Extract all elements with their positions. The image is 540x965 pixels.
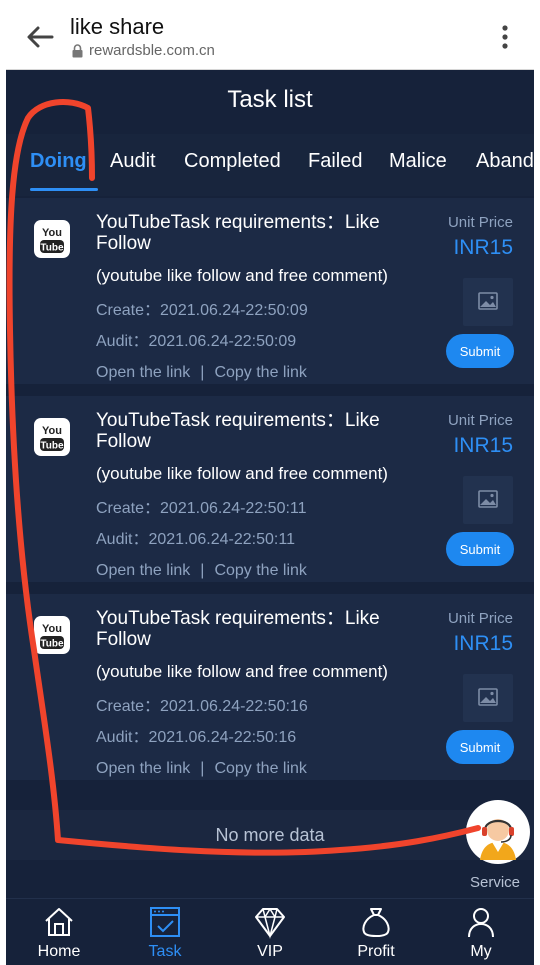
task-audit-time: Audit：2021.06.24-22:50:09: [96, 333, 297, 350]
link-separator: |: [200, 562, 205, 579]
task-create-time: Create：2021.06.24-22:50:16: [96, 698, 308, 715]
svg-text:You: You: [42, 227, 62, 239]
screenshot-upload[interactable]: [463, 278, 513, 326]
svg-text:Tube: Tube: [40, 639, 64, 650]
nav-home[interactable]: Home: [19, 905, 99, 961]
task-title: YouTubeTask requirements：Like Follow: [96, 410, 380, 452]
page-title: Task list: [6, 70, 534, 132]
unit-price-value: INR15: [453, 236, 513, 259]
tab-completed[interactable]: Completed: [184, 150, 281, 173]
image-placeholder-icon: [478, 688, 498, 706]
copy-link[interactable]: Copy the link: [214, 562, 307, 579]
user-icon: [468, 908, 494, 938]
tab-doing[interactable]: Doing: [30, 150, 87, 173]
task-create-time: Create：2021.06.24-22:50:09: [96, 302, 308, 319]
home-icon: [45, 908, 73, 936]
more-options-icon[interactable]: [500, 22, 510, 52]
nav-my[interactable]: My: [441, 905, 521, 961]
youtube-icon: You Tube: [34, 418, 70, 456]
task-links: Open the link | Copy the link: [96, 364, 307, 382]
tab-failed[interactable]: Failed: [308, 150, 362, 173]
svg-text:You: You: [42, 425, 62, 437]
image-placeholder-icon: [478, 292, 498, 310]
task-card: You Tube YouTubeTask requirements：Like F…: [6, 594, 534, 786]
active-tab-indicator: [30, 188, 98, 191]
nav-task-label: Task: [148, 943, 182, 960]
youtube-icon: You Tube: [34, 220, 70, 258]
unit-price-label: Unit Price: [447, 610, 513, 627]
screenshot-upload[interactable]: [463, 476, 513, 524]
task-audit-time: Audit：2021.06.24-22:50:11: [96, 531, 295, 548]
service-label: Service: [470, 874, 521, 891]
browser-toolbar: like share rewardsble.com.cn: [6, 0, 534, 70]
status-tabs: Doing Audit Completed Failed Malice Aban…: [6, 134, 534, 196]
unit-price-value: INR15: [453, 632, 513, 655]
image-placeholder-icon: [478, 490, 498, 508]
open-link[interactable]: Open the link: [96, 364, 190, 381]
svg-text:Tube: Tube: [40, 243, 64, 254]
screenshot-upload[interactable]: [463, 674, 513, 722]
tab-malice[interactable]: Malice: [389, 150, 447, 173]
nav-home-label: Home: [37, 943, 81, 960]
task-links: Open the link | Copy the link: [96, 760, 307, 778]
nav-task[interactable]: Task: [125, 905, 205, 961]
browser-page-title: like share: [70, 14, 165, 39]
copy-link[interactable]: Copy the link: [214, 364, 307, 381]
submit-button[interactable]: Submit: [446, 334, 514, 368]
back-arrow-icon[interactable]: [24, 22, 56, 52]
diamond-icon: [255, 908, 285, 939]
task-card: You Tube YouTubeTask requirements：Like F…: [6, 198, 534, 390]
nav-vip-label: VIP: [257, 943, 283, 960]
task-description: (youtube like follow and free comment): [96, 662, 388, 681]
headset-agent-icon: [467, 801, 529, 863]
customer-service-button[interactable]: [466, 800, 530, 864]
task-title: YouTubeTask requirements：Like Follow: [96, 608, 380, 650]
svg-text:You: You: [42, 623, 62, 635]
task-links: Open the link | Copy the link: [96, 562, 307, 580]
task-card: You Tube YouTubeTask requirements：Like F…: [6, 396, 534, 588]
open-link[interactable]: Open the link: [96, 562, 190, 579]
nav-my-label: My: [470, 943, 492, 960]
open-link[interactable]: Open the link: [96, 760, 190, 777]
task-title: YouTubeTask requirements：Like Follow: [96, 212, 380, 254]
url-text: rewardsble.com.cn: [89, 42, 215, 59]
nav-vip[interactable]: VIP: [230, 905, 310, 961]
no-more-data-text: No more data: [6, 810, 534, 860]
copy-link[interactable]: Copy the link: [214, 760, 307, 777]
browser-url[interactable]: rewardsble.com.cn: [72, 42, 215, 59]
money-bag-icon: [362, 908, 390, 938]
lock-icon: [72, 43, 83, 57]
task-description: (youtube like follow and free comment): [96, 266, 388, 285]
task-audit-time: Audit：2021.06.24-22:50:16: [96, 729, 297, 746]
unit-price-label: Unit Price: [447, 214, 513, 231]
submit-button[interactable]: Submit: [446, 730, 514, 764]
tab-abandoned[interactable]: Aband: [476, 150, 534, 173]
tab-audit[interactable]: Audit: [110, 150, 156, 173]
task-list-app: Task list Doing Audit Completed Failed M…: [6, 70, 534, 965]
submit-button[interactable]: Submit: [446, 532, 514, 566]
link-separator: |: [200, 760, 205, 777]
unit-price-value: INR15: [453, 434, 513, 457]
task-description: (youtube like follow and free comment): [96, 464, 388, 483]
youtube-icon: You Tube: [34, 616, 70, 654]
unit-price-label: Unit Price: [447, 412, 513, 429]
nav-profit-label: Profit: [357, 943, 395, 960]
task-create-time: Create：2021.06.24-22:50:11: [96, 500, 307, 517]
bottom-navigation: Home Task VIP Profit My: [6, 898, 534, 965]
svg-text:Tube: Tube: [40, 441, 64, 452]
task-icon: [150, 907, 180, 937]
link-separator: |: [200, 364, 205, 381]
nav-profit[interactable]: Profit: [336, 905, 416, 961]
